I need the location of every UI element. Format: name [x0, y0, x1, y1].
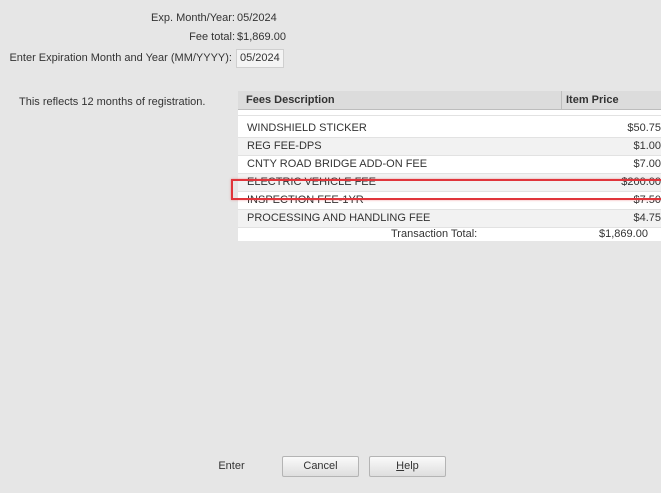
expiration-input[interactable]: 05/2024 [236, 49, 284, 68]
table-header: Fees Description Item Price [238, 91, 661, 110]
exp-month-year-label: Exp. Month/Year: [151, 12, 235, 24]
enter-button[interactable]: Enter [193, 456, 270, 477]
table-row[interactable]: PROCESSING AND HANDLING FEE $4.75 [238, 210, 661, 228]
transaction-total-value: $1,869.00 [599, 228, 648, 240]
registration-note: This reflects 12 months of registration. [19, 96, 206, 108]
fee-price: $7.00 [633, 158, 661, 170]
cancel-button[interactable]: Cancel [282, 456, 359, 477]
fee-price: $1.00 [633, 140, 661, 152]
exp-month-year-value: 05/2024 [237, 12, 277, 24]
column-divider[interactable] [561, 91, 562, 109]
table-row[interactable]: CNTY ROAD BRIDGE ADD-ON FEE $7.00 [238, 156, 661, 174]
transaction-total-label: Transaction Total: [391, 228, 478, 240]
help-label: elp [404, 460, 419, 472]
help-button[interactable]: Help [369, 456, 446, 477]
fee-total-value: $1,869.00 [237, 31, 286, 43]
column-header-description[interactable]: Fees Description [246, 94, 335, 106]
help-mnemonic: H [396, 460, 405, 472]
fee-description: WINDSHIELD STICKER [247, 122, 367, 134]
fee-description: PROCESSING AND HANDLING FEE [247, 212, 431, 224]
column-header-price[interactable]: Item Price [566, 94, 619, 106]
table-row[interactable]: REG FEE-DPS $1.00 [238, 138, 661, 156]
fee-description: CNTY ROAD BRIDGE ADD-ON FEE [247, 158, 428, 170]
fee-total-label: Fee total: [189, 31, 235, 43]
highlight-box [231, 179, 661, 200]
fee-price: $50.75 [627, 122, 661, 134]
fees-table: TRANSFER $2.50 Fees Description Item Pri… [238, 91, 661, 241]
enter-expiration-label: Enter Expiration Month and Year (MM/YYYY… [9, 52, 232, 64]
table-row[interactable]: WINDSHIELD STICKER $50.75 [238, 120, 661, 138]
fee-price: $4.75 [633, 212, 661, 224]
fee-description: REG FEE-DPS [247, 140, 322, 152]
